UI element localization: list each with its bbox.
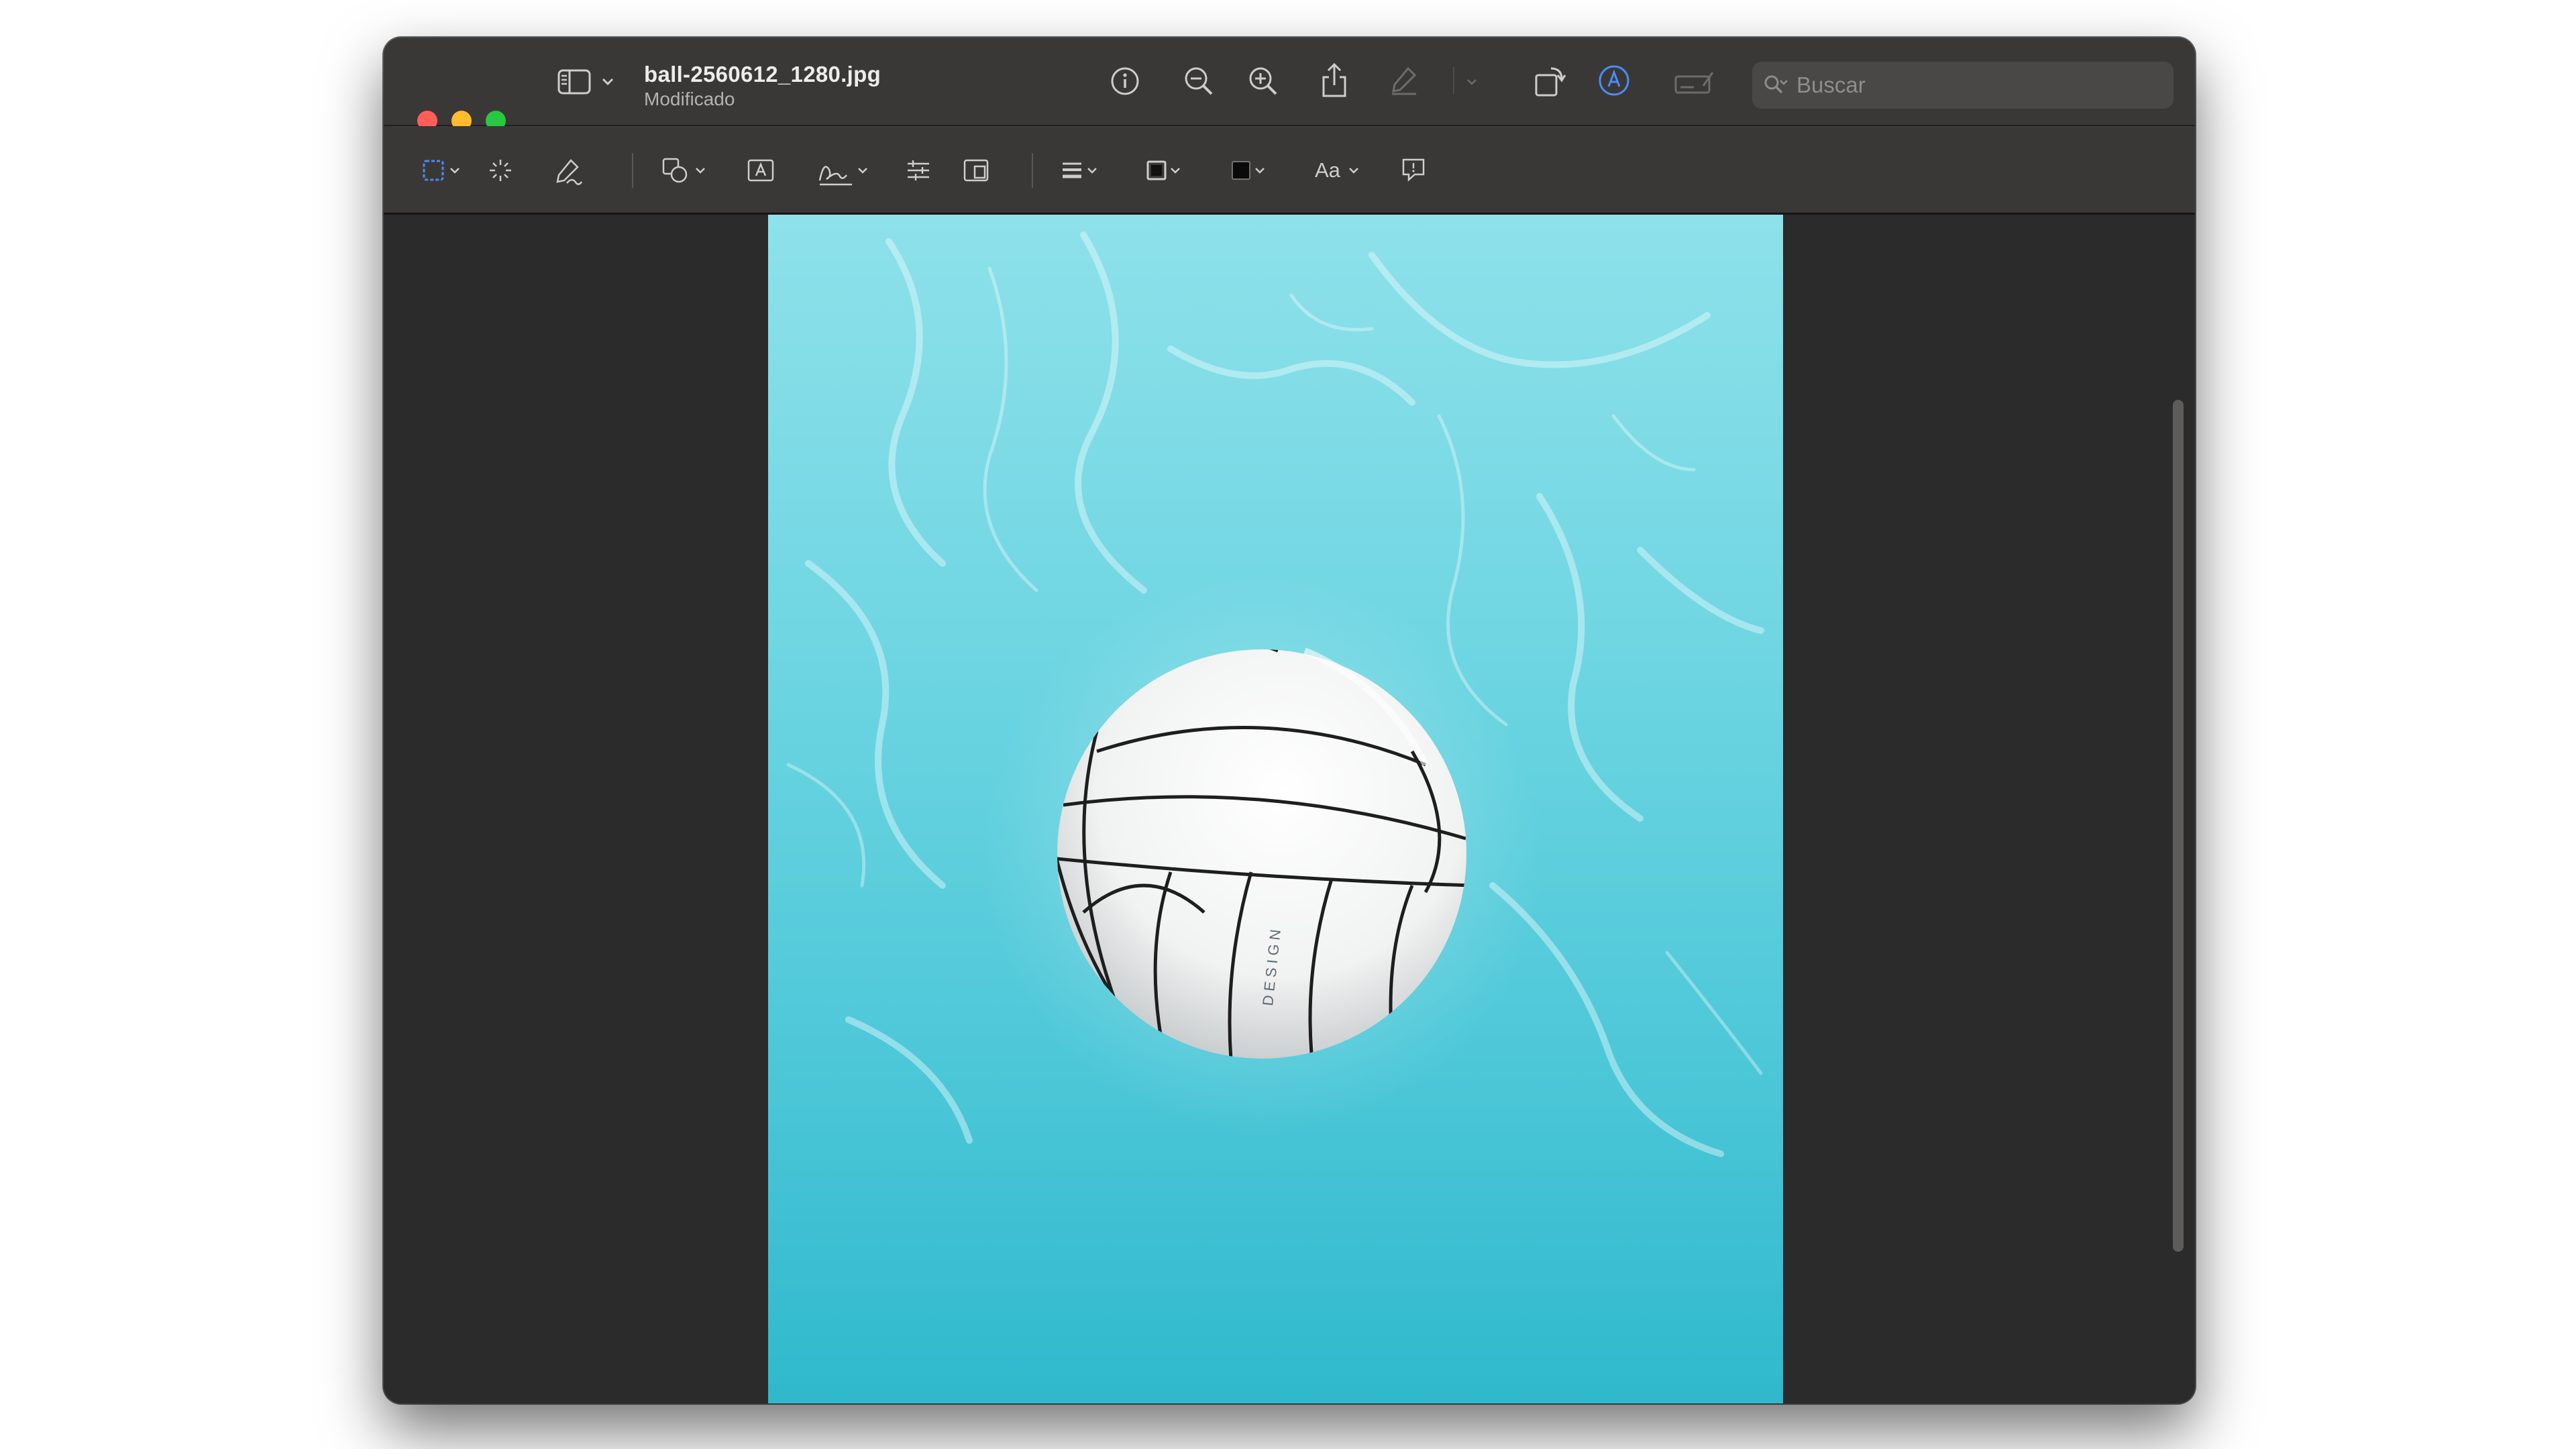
volleyball-photo: DESIGN [768,215,1783,1403]
note-icon[interactable] [1399,156,1428,184]
chevron-down-icon[interactable] [1085,164,1099,177]
chevron-down-icon[interactable] [1169,164,1182,177]
chevron-down-icon[interactable] [694,164,707,177]
divider [1032,153,1033,188]
adjust-size-icon[interactable] [962,157,990,184]
search-field[interactable] [1752,62,2174,109]
title-bar[interactable]: ball-2560612_1280.jpg Modificado [384,38,2195,131]
markup-icon[interactable] [1597,63,1631,98]
form-fill-icon[interactable] [1673,67,1716,97]
fill-color-icon[interactable] [1229,158,1253,182]
text-style-icon[interactable]: Aa [1315,158,1340,182]
info-icon[interactable] [1108,64,1142,98]
document-title[interactable]: ball-2560612_1280.jpg [644,62,881,87]
search-input[interactable] [1796,62,2159,109]
chevron-down-icon[interactable] [600,74,616,90]
rect-select-icon[interactable] [420,157,447,184]
zoom-out-icon[interactable] [1182,64,1216,98]
chevron-down-icon[interactable] [856,164,869,177]
rotate-icon[interactable] [1532,62,1568,99]
highlight-pen-icon[interactable] [1387,63,1421,98]
shapes-icon[interactable] [660,156,690,185]
signature-icon[interactable] [817,156,855,188]
preview-window: ball-2560612_1280.jpg Modificado Buscar … [384,38,2195,1403]
divider [1453,67,1454,94]
share-icon[interactable] [1318,60,1351,101]
image-content[interactable]: DESIGN [768,215,1783,1403]
instant-alpha-icon[interactable] [486,156,515,185]
divider [632,153,633,188]
shape-style-icon[interactable] [1060,158,1084,182]
chevron-down-icon[interactable] [1464,74,1480,90]
adjust-color-icon[interactable] [904,157,932,184]
search-icon [1763,74,1788,100]
sidebar-icon[interactable] [555,67,594,97]
border-color-icon[interactable] [1144,158,1169,182]
chevron-down-icon[interactable] [1347,164,1360,177]
sketch-icon[interactable] [553,156,584,186]
vertical-scrollbar-thumb[interactable] [2173,400,2184,1252]
zoom-in-icon[interactable] [1246,64,1280,98]
markup-toolbar: Aa [384,126,2195,215]
chevron-down-icon[interactable] [1253,164,1267,177]
text-box-icon[interactable] [746,157,775,184]
document-status: Modificado [644,89,735,109]
chevron-down-icon[interactable] [448,164,462,177]
